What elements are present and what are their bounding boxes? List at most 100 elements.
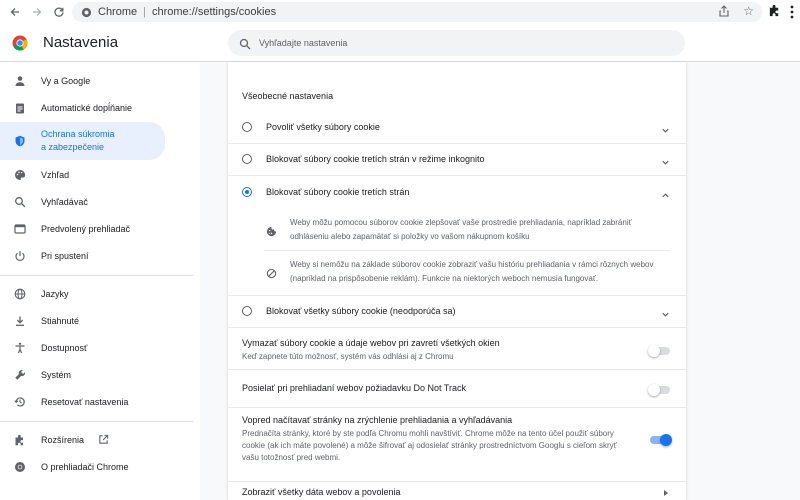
detail-text: Weby môžu pomocou súborov cookie zlepšov… [290, 218, 632, 241]
radio-label: Blokovať súbory cookie tretích strán [266, 187, 410, 197]
radio-row-block-incognito[interactable]: Blokovať súbory cookie tretích strán v r… [228, 144, 686, 174]
do-not-track-toggle[interactable] [648, 384, 670, 396]
download-icon [14, 315, 26, 327]
chevron-down-icon[interactable] [661, 154, 670, 165]
sidebar-item-label: O prehliadači Chrome [41, 462, 129, 472]
sidebar-item-label: Vy a Google [41, 76, 91, 86]
sidebar-item-reset-settings[interactable]: Resetovať nastavenia [0, 392, 165, 412]
toggle-knob [648, 384, 660, 396]
radio-label: Povoliť všetky súbory cookie [266, 122, 380, 132]
preload-pages-toggle[interactable] [650, 434, 672, 446]
chevron-down-icon[interactable] [661, 306, 670, 317]
sidebar-item-label: Jazyky [41, 289, 69, 299]
toggle-knob [648, 345, 660, 357]
chevron-down-icon[interactable] [661, 122, 670, 133]
sidebar-item-label: Rozšírenia [41, 435, 85, 445]
palette-icon [14, 169, 26, 181]
clear-on-exit-toggle[interactable] [648, 345, 670, 357]
page-title: Nastavenia [43, 34, 119, 51]
sidebar-item-downloads[interactable]: Stiahnuté [0, 311, 165, 331]
toggle-row-do-not-track[interactable]: Posielať pri prehliadaní webov požiadavk… [228, 370, 686, 406]
detail-row-cookie-benefit: Weby môžu pomocou súborov cookie zlepšov… [264, 216, 668, 246]
shield-icon [14, 135, 26, 147]
toggle-knob [660, 434, 672, 446]
browser-icon [14, 223, 26, 235]
sidebar-item-about-chrome[interactable]: O prehliadači Chrome [0, 457, 165, 477]
sidebar-item-label: Vzhľad [41, 170, 70, 180]
chevron-up-icon[interactable] [661, 187, 670, 198]
toggle-row-clear-on-exit[interactable]: Vymazať súbory cookie a údaje webov pri … [228, 328, 686, 368]
sidebar-item-label: Dostupnosť [41, 343, 88, 353]
sidebar-item-label: Automatické dopĺňanie [41, 103, 133, 113]
toggle-row-preload-pages[interactable]: Vopred načítavať stránky na zrýchlenie p… [228, 408, 686, 478]
toggle-title: Posielať pri prehliadaní webov požiadavk… [242, 383, 466, 393]
settings-search-input[interactable]: Vyhľadajte nastavenia [228, 30, 685, 56]
radio-row-block-third-party[interactable]: Blokovať súbory cookie tretích strán [228, 177, 686, 207]
radio-label: Blokovať súbory cookie tretích strán v r… [266, 154, 485, 164]
person-icon [14, 75, 26, 87]
sidebar-item-default-browser[interactable]: Predvolený prehliadač [0, 219, 165, 239]
history-icon [14, 396, 26, 408]
block-icon [266, 266, 277, 279]
sidebar-item-extensions[interactable]: Rozšírenia [0, 430, 165, 450]
power-icon [14, 250, 26, 262]
sidebar-item-label: Systém [41, 370, 72, 380]
sidebar-item-label: Ochrana súkromia a zabezpečenie [41, 128, 115, 154]
open-in-new-icon [98, 434, 109, 445]
sidebar-item-label: Resetovať nastavenia [41, 397, 129, 407]
toggle-title: Vopred načítavať stránky na zrýchlenie p… [242, 415, 513, 425]
sidebar-item-label: Pri spustení [41, 251, 89, 261]
share-icon[interactable] [718, 5, 732, 19]
sidebar-item-languages[interactable]: Jazyky [0, 284, 165, 304]
search-icon [239, 37, 251, 50]
bookmark-star-icon[interactable]: ☆ [743, 4, 754, 18]
wrench-icon [14, 369, 26, 381]
radio-label: Blokovať všetky súbory cookie (neodporúč… [266, 306, 456, 316]
search-icon [14, 196, 26, 208]
row-divider [228, 175, 686, 176]
sidebar-item-accessibility[interactable]: Dostupnosť [0, 338, 165, 358]
radio-row-allow-all[interactable]: Povoliť všetky súbory cookie [228, 112, 686, 142]
omnibox-url: chrome://settings/cookies [151, 6, 277, 18]
see-all-site-data-link[interactable]: Zobraziť všetky dáta webov a povolenia [228, 482, 686, 500]
sidebar-item-label: Stiahnuté [41, 316, 80, 326]
omnibox-site-name: Chrome [98, 6, 138, 18]
detail-text: Weby si nemôžu na základe súborov cookie… [290, 260, 654, 283]
radio-block-all[interactable] [242, 306, 252, 316]
forward-arrow-icon[interactable] [28, 3, 46, 21]
sidebar-divider [0, 275, 193, 276]
back-arrow-icon[interactable] [6, 3, 24, 21]
sidebar-item-privacy-security[interactable]: Ochrana súkromia a zabezpečenie [0, 122, 165, 160]
section-title: Všeobecné nastavenia [242, 91, 334, 101]
sidebar-item-label-line2: a zabezpečenie [41, 142, 105, 152]
cookie-icon [266, 224, 277, 237]
sidebar-item-system[interactable]: Systém [0, 365, 165, 385]
arrow-right-icon [664, 490, 668, 496]
sidebar-item-autofill[interactable]: Automatické dopĺňanie [0, 98, 165, 118]
accessibility-icon [14, 342, 26, 354]
sidebar-item-you-and-google[interactable]: Vy a Google [0, 71, 165, 91]
toggle-title: Vymazať súbory cookie a údaje webov pri … [242, 338, 500, 348]
search-placeholder: Vyhľadajte nastavenia [259, 38, 348, 48]
chrome-site-icon [80, 6, 92, 18]
extensions-puzzle-icon[interactable] [768, 4, 782, 18]
address-bar[interactable]: Chrome | chrome://settings/cookies ☆ [72, 2, 762, 22]
toggle-desc: Keď zapnete túto možnosť, systém vás odh… [242, 352, 454, 361]
sidebar-item-search-engine[interactable]: Vyhľadávač [0, 192, 165, 212]
puzzle-icon [14, 434, 26, 446]
link-label: Zobraziť všetky dáta webov a povolenia [242, 487, 401, 497]
clipboard-icon [14, 102, 26, 114]
chrome-icon [14, 461, 26, 473]
radio-row-block-all[interactable]: Blokovať všetky súbory cookie (neodporúč… [228, 296, 686, 326]
browser-menu-icon[interactable] [788, 4, 796, 20]
settings-header: Nastavenia Vyhľadajte nastavenia [0, 24, 800, 62]
radio-block-incognito[interactable] [242, 154, 252, 164]
radio-allow-all[interactable] [242, 122, 252, 132]
settings-sidebar: Vy a Google Automatické dopĺňanie Ochran… [0, 62, 200, 500]
cookies-settings-card: Všeobecné nastavenia Povoliť všetky súbo… [228, 62, 686, 500]
radio-block-third-party[interactable] [242, 187, 252, 197]
reload-icon[interactable] [50, 3, 68, 21]
sidebar-item-on-startup[interactable]: Pri spustení [0, 246, 165, 266]
sidebar-item-label-line1: Ochrana súkromia [41, 129, 115, 139]
sidebar-item-appearance[interactable]: Vzhľad [0, 165, 165, 185]
